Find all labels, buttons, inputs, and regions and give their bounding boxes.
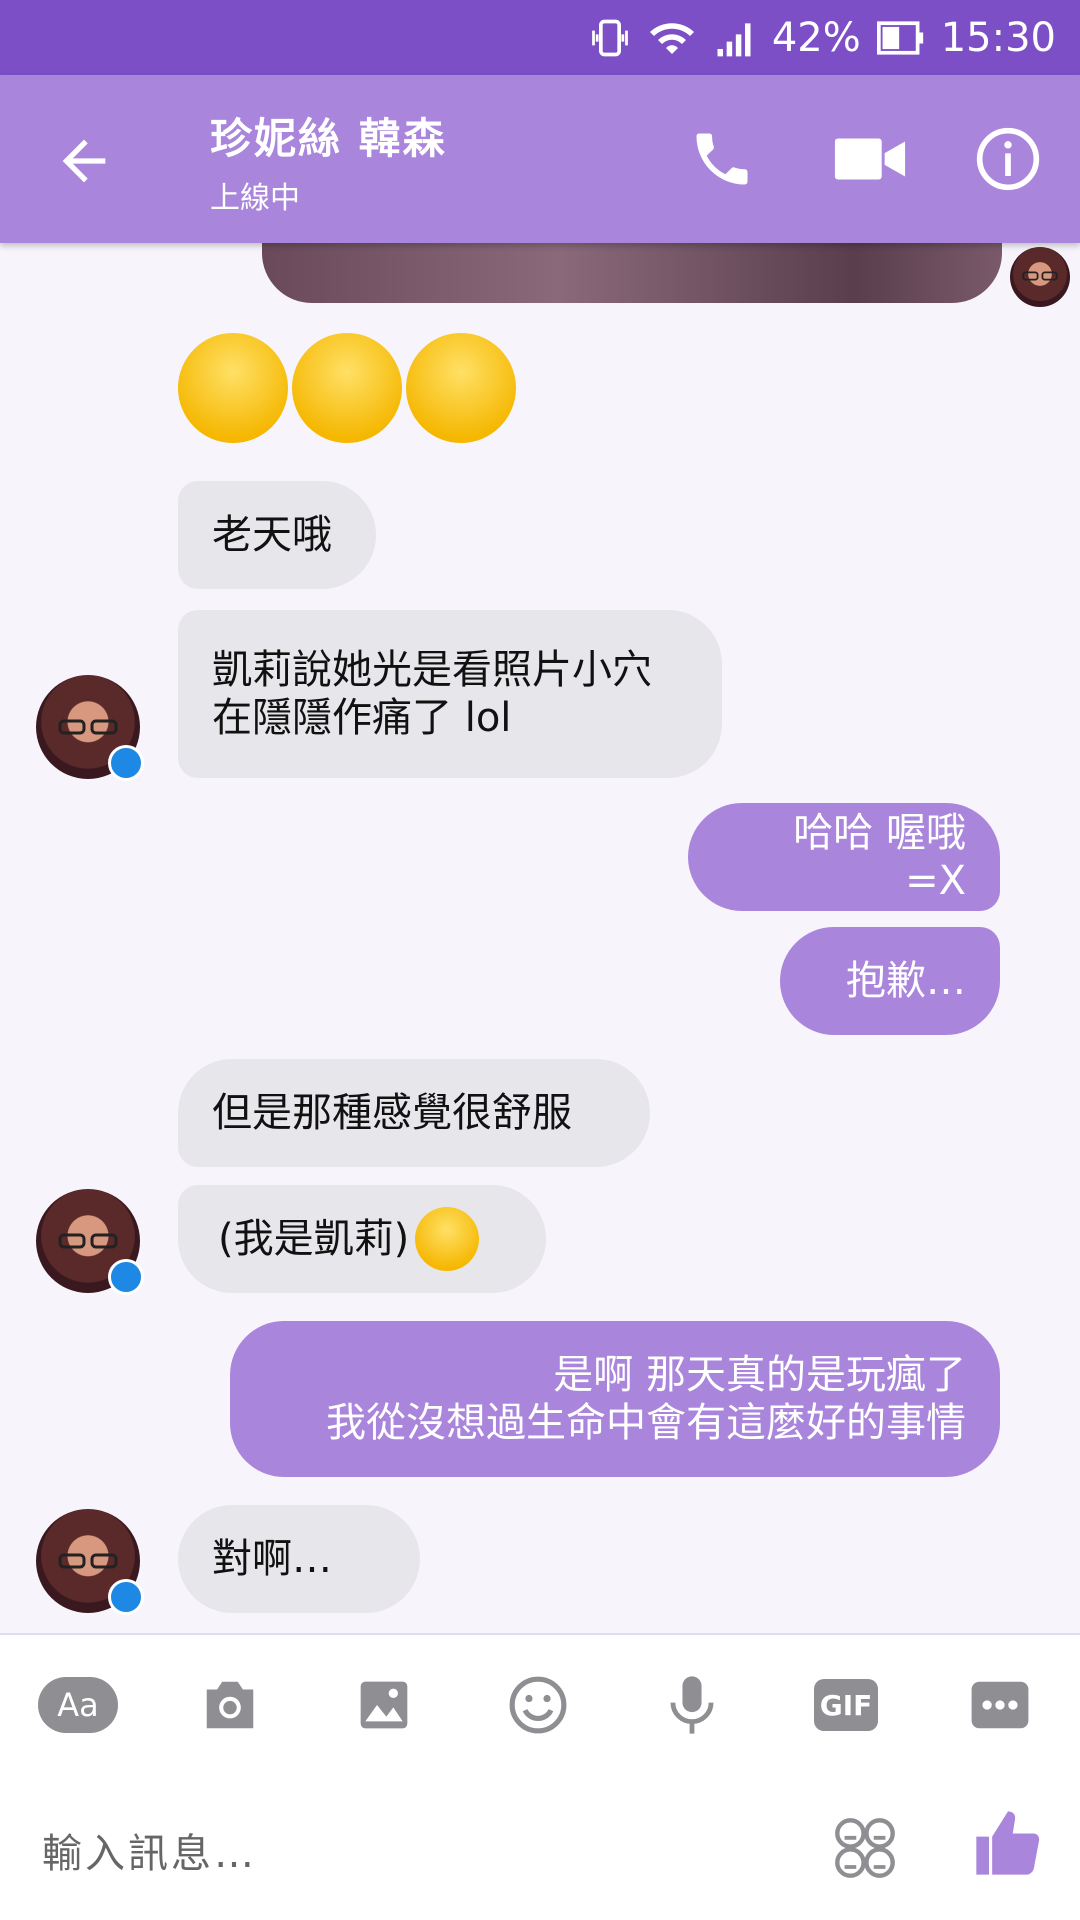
message-text: 但是那種感覺很舒服	[212, 1090, 572, 1136]
message-list[interactable]: 老天哦 凱莉說她光是看照片小穴 在隱隱作痛了 lol 哈哈 喔哦 =X 抱歉… …	[0, 243, 1080, 1633]
text-format-button[interactable]: Aa	[38, 1675, 118, 1735]
message-text: 是啊 那天真的是玩瘋了	[553, 1352, 966, 1398]
contact-avatar[interactable]	[36, 1509, 144, 1615]
video-camera-icon	[834, 138, 906, 180]
message-text: 在隱隱作痛了 lol	[212, 695, 512, 741]
image-message[interactable]	[262, 243, 1002, 303]
messenger-badge-icon	[108, 1579, 144, 1615]
voice-message-button[interactable]	[656, 1675, 728, 1735]
glasses-icon	[58, 719, 118, 735]
incoming-message[interactable]: (我是凱莉)	[178, 1185, 546, 1293]
message-text: 老天哦	[212, 512, 332, 558]
voice-call-button[interactable]	[688, 125, 756, 193]
messenger-badge-icon	[108, 1259, 144, 1295]
stickers-icon	[835, 1818, 895, 1878]
info-icon	[976, 127, 1040, 191]
camera-icon	[206, 1681, 254, 1729]
glasses-icon	[58, 1553, 118, 1569]
more-icon	[971, 1681, 1029, 1729]
phone-icon	[696, 133, 748, 185]
stickers-button[interactable]	[830, 1813, 900, 1883]
contact-avatar[interactable]	[36, 1189, 144, 1295]
message-input[interactable]	[40, 1823, 804, 1885]
message-text: 凱莉說她光是看照片小穴	[212, 647, 652, 693]
thumbs-up-icon	[976, 1811, 1040, 1875]
info-button[interactable]	[974, 125, 1042, 193]
gif-icon: GIF	[814, 1679, 878, 1731]
outgoing-message[interactable]: 抱歉…	[780, 927, 1000, 1035]
gallery-button[interactable]	[348, 1675, 420, 1735]
relieved-face-emoji	[415, 1207, 480, 1271]
signal-icon	[717, 22, 751, 56]
back-arrow-icon	[62, 139, 106, 183]
outgoing-message[interactable]: 是啊 那天真的是玩瘋了 我從沒想過生命中會有這麼好的事情	[230, 1321, 1000, 1477]
incoming-message[interactable]: 對啊…	[178, 1505, 420, 1613]
clock: 15:30	[940, 14, 1056, 61]
message-text: 抱歉…	[846, 958, 966, 1004]
message-text: (我是凱莉)	[218, 1216, 410, 1262]
battery-icon	[876, 20, 923, 55]
message-text: 我從沒想過生命中會有這麼好的事情	[326, 1400, 966, 1446]
dizzy-face-emoji	[178, 333, 288, 443]
like-button[interactable]	[970, 1805, 1046, 1881]
contact-name[interactable]: 珍妮絲 韓森	[210, 105, 447, 166]
image-icon	[360, 1681, 408, 1729]
contact-status: 上線中	[210, 181, 300, 216]
contact-avatar[interactable]	[36, 675, 144, 781]
message-text: 對啊…	[212, 1536, 332, 1582]
video-call-button[interactable]	[832, 131, 908, 187]
status-bar: 42% 15:30	[0, 0, 1080, 75]
dizzy-face-emoji	[292, 333, 402, 443]
microphone-icon	[670, 1676, 714, 1734]
gif-button[interactable]: GIF	[810, 1675, 882, 1735]
message-text: 哈哈 喔哦 =X	[793, 810, 966, 904]
wifi-icon	[649, 22, 694, 54]
outgoing-message[interactable]: 哈哈 喔哦 =X	[688, 803, 1000, 911]
incoming-message[interactable]: 老天哦	[178, 481, 376, 589]
messenger-badge-icon	[108, 745, 144, 781]
incoming-message[interactable]: 但是那種感覺很舒服	[178, 1059, 650, 1167]
battery-percent: 42%	[771, 14, 861, 61]
glasses-icon	[58, 1233, 118, 1249]
camera-button[interactable]	[194, 1675, 266, 1735]
text-format-icon: Aa	[38, 1677, 118, 1733]
conversation-header: 珍妮絲 韓森 上線中	[0, 75, 1080, 243]
dizzy-face-emoji	[406, 333, 516, 443]
contact-avatar[interactable]	[1010, 247, 1070, 307]
more-options-button[interactable]	[964, 1675, 1036, 1735]
vibrate-icon	[591, 19, 628, 56]
composer-toolbar: Aa GIF	[0, 1633, 1080, 1775]
glasses-icon	[1022, 271, 1058, 281]
emoji-button[interactable]	[502, 1675, 574, 1735]
composer	[0, 1773, 1080, 1920]
emoji-icon	[509, 1676, 567, 1734]
back-button[interactable]	[52, 129, 116, 193]
incoming-message[interactable]: 凱莉說她光是看照片小穴 在隱隱作痛了 lol	[178, 610, 722, 778]
